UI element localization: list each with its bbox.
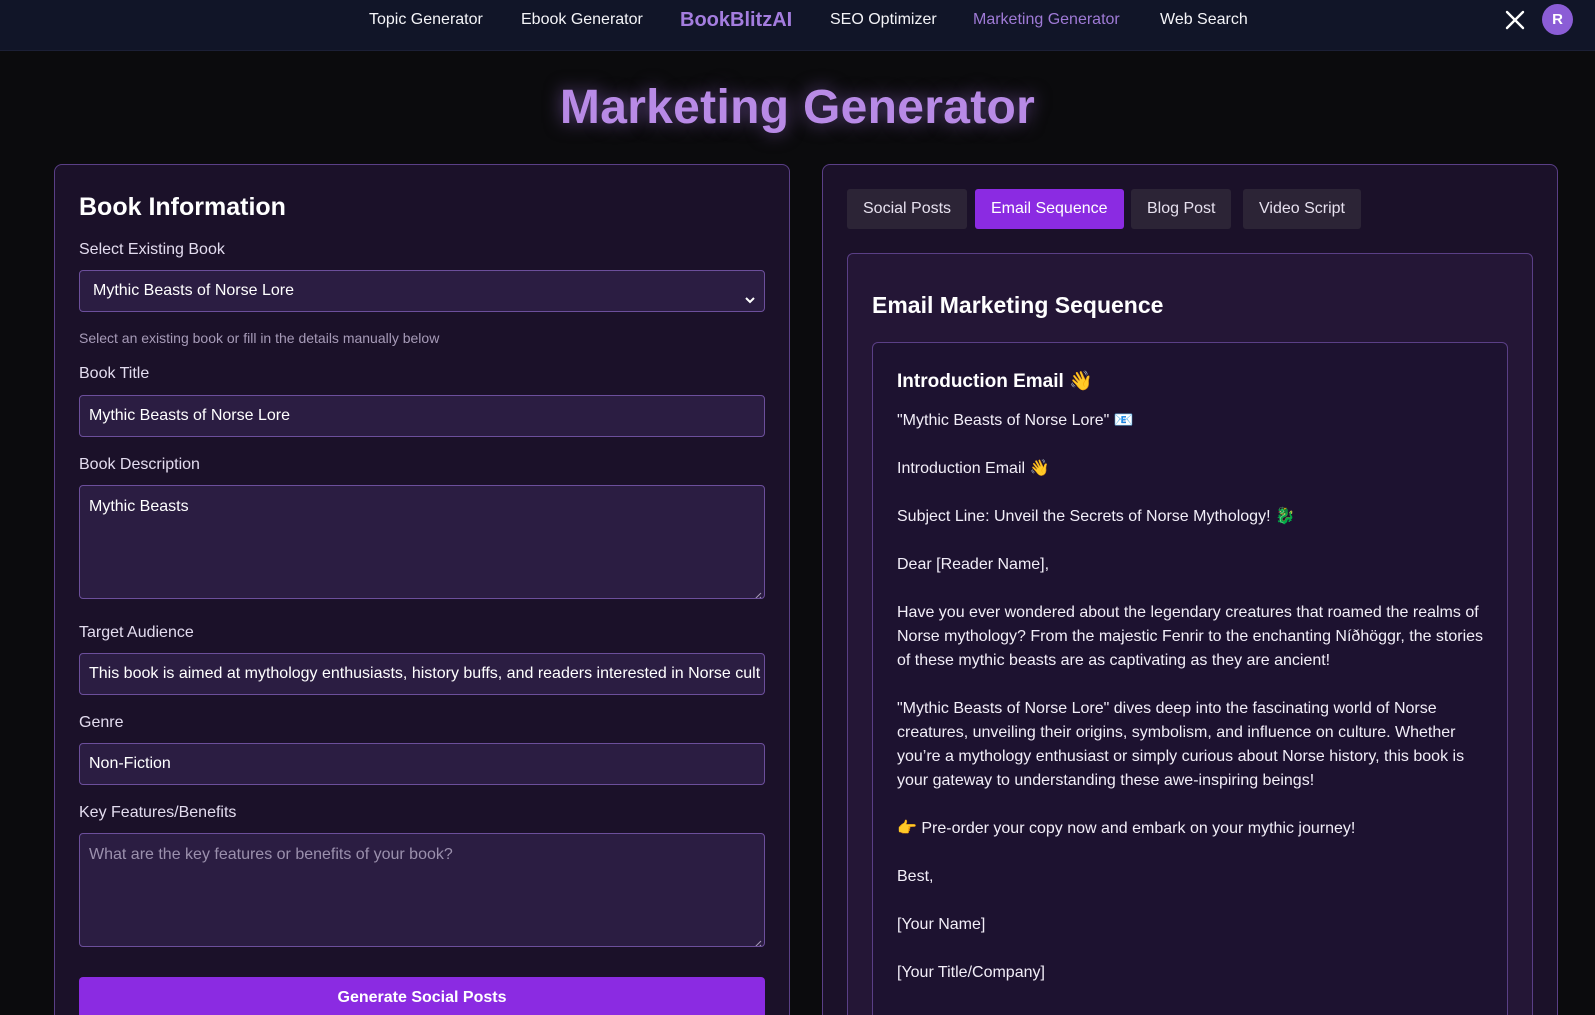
- book-description-value: Mythic Beasts: [89, 498, 189, 515]
- target-audience-input[interactable]: This book is aimed at mythology enthusia…: [79, 653, 765, 695]
- email-paragraph: "Mythic Beasts of Norse Lore" dives deep…: [897, 700, 1465, 789]
- genre-label: Genre: [79, 714, 124, 731]
- select-book-value: Mythic Beasts of Norse Lore: [93, 282, 294, 299]
- marketing-output-panel: Social Posts Email Sequence Blog Post Vi…: [822, 164, 1558, 1015]
- top-navigation: Topic Generator Ebook Generator BookBlit…: [0, 0, 1595, 51]
- email-sequence-card: Email Marketing Sequence Introduction Em…: [847, 253, 1533, 1015]
- email-paragraph: Have you ever wondered about the legenda…: [897, 604, 1484, 669]
- email-sequence-heading: Email Marketing Sequence: [872, 292, 1164, 318]
- email-heading: Introduction Email 👋: [897, 371, 1093, 392]
- nav-topic-generator[interactable]: Topic Generator: [369, 11, 483, 29]
- book-information-panel: Book Information Select Existing Book My…: [54, 164, 790, 1015]
- nav-marketing-generator[interactable]: Marketing Generator: [973, 11, 1120, 29]
- nav-ebook-generator[interactable]: Ebook Generator: [521, 11, 643, 29]
- email-greeting: Dear [Reader Name],: [897, 556, 1050, 573]
- book-title-input[interactable]: Mythic Beasts of Norse Lore: [79, 395, 765, 437]
- resize-grip-icon[interactable]: [753, 587, 762, 598]
- user-avatar[interactable]: R: [1542, 4, 1573, 35]
- select-book-hint: Select an existing book or fill in the d…: [79, 330, 440, 346]
- genre-input[interactable]: Non-Fiction: [79, 743, 765, 785]
- nav-seo-optimizer[interactable]: SEO Optimizer: [830, 11, 937, 29]
- book-information-heading: Book Information: [79, 193, 286, 221]
- book-title-label: Book Title: [79, 365, 150, 382]
- key-features-label: Key Features/Benefits: [79, 804, 237, 821]
- generate-social-posts-button[interactable]: Generate Social Posts: [79, 977, 765, 1015]
- tab-video-script[interactable]: Video Script: [1243, 189, 1361, 229]
- nav-web-search[interactable]: Web Search: [1160, 11, 1248, 29]
- book-description-label: Book Description: [79, 456, 200, 473]
- email-call-to-action: 👉 Pre-order your copy now and embark on …: [897, 820, 1356, 837]
- email-subject-line: Subject Line: Unveil the Secrets of Nors…: [897, 508, 1295, 525]
- select-existing-book[interactable]: Mythic Beasts of Norse Lore: [79, 270, 765, 312]
- tab-email-sequence[interactable]: Email Sequence: [975, 189, 1124, 229]
- tab-social-posts[interactable]: Social Posts: [847, 189, 968, 229]
- page-title: Marketing Generator: [559, 81, 1036, 134]
- book-description-textarea[interactable]: Mythic Beasts: [79, 485, 765, 599]
- email-content-box: Introduction Email 👋 "Mythic Beasts of N…: [872, 342, 1508, 1015]
- resize-grip-icon[interactable]: [753, 935, 762, 946]
- key-features-placeholder: What are the key features or benefits of…: [89, 846, 453, 863]
- key-features-textarea[interactable]: What are the key features or benefits of…: [79, 833, 765, 947]
- target-audience-label: Target Audience: [79, 624, 194, 641]
- chevron-down-icon: [744, 283, 756, 304]
- brand-logo[interactable]: BookBlitzAI: [680, 9, 792, 32]
- select-book-label: Select Existing Book: [79, 241, 225, 258]
- x-logo-icon[interactable]: [1505, 10, 1525, 30]
- email-signature-title: [Your Title/Company]: [897, 964, 1045, 981]
- email-signature-name: [Your Name]: [897, 916, 986, 933]
- tab-blog-post[interactable]: Blog Post: [1131, 189, 1232, 229]
- email-signoff: Best,: [897, 868, 934, 885]
- email-line: Introduction Email 👋: [897, 460, 1050, 477]
- email-line: "Mythic Beasts of Norse Lore" 📧: [897, 412, 1134, 429]
